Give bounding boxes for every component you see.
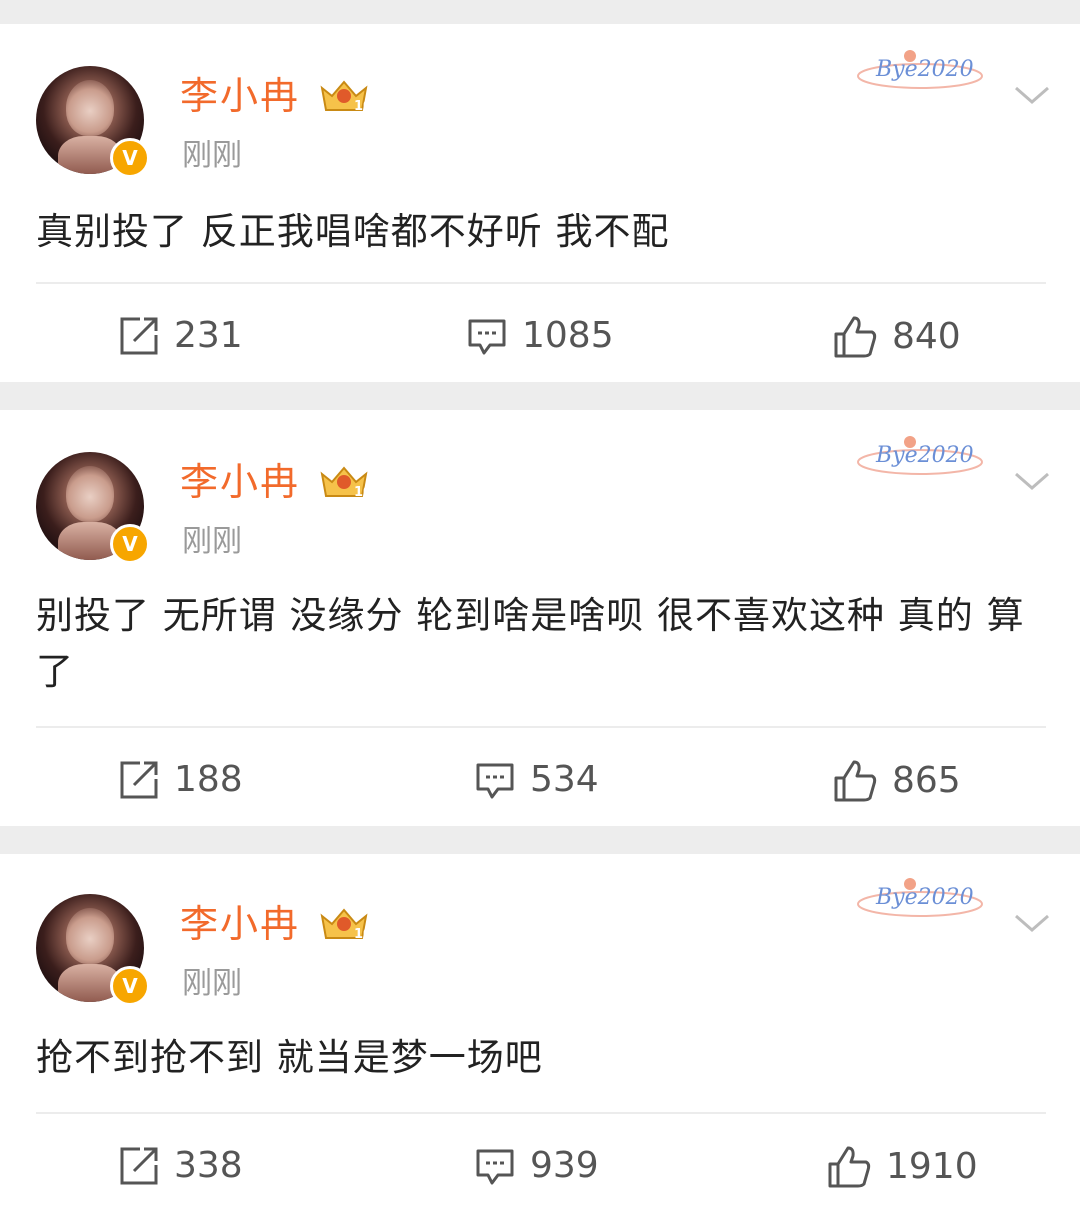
thumbs-up-icon bbox=[828, 1146, 871, 1188]
repost-button[interactable]: 338 bbox=[118, 1144, 243, 1188]
svg-text:10: 10 bbox=[354, 927, 370, 942]
like-button[interactable]: 840 bbox=[832, 314, 961, 360]
timestamp: 刚刚 bbox=[182, 524, 242, 559]
verified-badge-icon: V bbox=[110, 966, 150, 1006]
like-button[interactable]: 1910 bbox=[826, 1144, 978, 1190]
comment-count: 939 bbox=[530, 1145, 599, 1186]
avatar[interactable]: V bbox=[36, 452, 150, 564]
post-card[interactable]: V 李小冉 10 刚刚 Bye2020 真别投了 反正我唱啥都不好听 我不配 2… bbox=[0, 24, 1080, 382]
timestamp: 刚刚 bbox=[182, 138, 242, 173]
post-text: 别投了 无所谓 没缘分 轮到啥是啥呗 很不喜欢这种 真的 算了 bbox=[36, 594, 1025, 693]
timestamp: 刚刚 bbox=[182, 966, 242, 1001]
like-count: 865 bbox=[892, 760, 961, 801]
comment-button[interactable]: 1085 bbox=[466, 314, 614, 358]
username[interactable]: 李小冉 bbox=[180, 72, 300, 120]
chevron-down-icon[interactable] bbox=[1012, 910, 1052, 936]
svg-text:Bye2020: Bye2020 bbox=[875, 57, 974, 82]
thumbs-up-icon bbox=[834, 760, 877, 802]
divider bbox=[36, 1112, 1046, 1114]
crown-level-icon: 10 bbox=[320, 466, 370, 500]
post-text: 真别投了 反正我唱啥都不好听 我不配 bbox=[36, 210, 670, 253]
svg-text:10: 10 bbox=[354, 99, 370, 114]
comment-button[interactable]: 534 bbox=[474, 758, 599, 802]
like-button[interactable]: 865 bbox=[832, 758, 961, 804]
post-card[interactable]: V 李小冉 10 刚刚 Bye2020 别投了 无所谓 没缘分 轮到啥是啥呗 很… bbox=[0, 410, 1080, 826]
repost-icon bbox=[120, 1147, 158, 1185]
repost-button[interactable]: 188 bbox=[118, 758, 243, 802]
repost-count: 338 bbox=[174, 1145, 243, 1186]
bye2020-sticker: Bye2020 bbox=[857, 50, 983, 89]
comment-count: 534 bbox=[530, 759, 599, 800]
repost-button[interactable]: 231 bbox=[118, 314, 243, 358]
comment-count: 1085 bbox=[522, 315, 614, 356]
comment-icon bbox=[468, 319, 506, 355]
username[interactable]: 李小冉 bbox=[180, 458, 300, 506]
divider bbox=[36, 282, 1046, 284]
comment-button[interactable]: 939 bbox=[474, 1144, 599, 1188]
crown-level-icon: 10 bbox=[320, 908, 370, 942]
repost-count: 188 bbox=[174, 759, 243, 800]
divider bbox=[36, 726, 1046, 728]
chevron-down-icon[interactable] bbox=[1012, 468, 1052, 494]
username[interactable]: 李小冉 bbox=[180, 900, 300, 948]
repost-icon bbox=[120, 761, 158, 799]
thumbs-up-icon bbox=[834, 316, 877, 358]
avatar[interactable]: V bbox=[36, 894, 150, 1006]
chevron-down-icon[interactable] bbox=[1012, 82, 1052, 108]
repost-icon bbox=[120, 317, 158, 355]
like-count: 840 bbox=[892, 316, 961, 357]
post-text: 抢不到抢不到 就当是梦一场吧 bbox=[36, 1036, 543, 1079]
svg-text:Bye2020: Bye2020 bbox=[875, 443, 974, 468]
svg-text:Bye2020: Bye2020 bbox=[875, 885, 974, 910]
crown-level-icon: 10 bbox=[320, 80, 370, 114]
bye2020-sticker: Bye2020 bbox=[857, 436, 983, 475]
verified-badge-icon: V bbox=[110, 524, 150, 564]
comment-icon bbox=[476, 1149, 514, 1185]
comment-icon bbox=[476, 763, 514, 799]
verified-badge-icon: V bbox=[110, 138, 150, 178]
svg-text:10: 10 bbox=[354, 485, 370, 500]
repost-count: 231 bbox=[174, 315, 243, 356]
post-card[interactable]: V 李小冉 10 刚刚 Bye2020 抢不到抢不到 就当是梦一场吧 338 9… bbox=[0, 854, 1080, 1221]
avatar[interactable]: V bbox=[36, 66, 150, 178]
like-count: 1910 bbox=[886, 1146, 978, 1187]
bye2020-sticker: Bye2020 bbox=[857, 878, 983, 917]
